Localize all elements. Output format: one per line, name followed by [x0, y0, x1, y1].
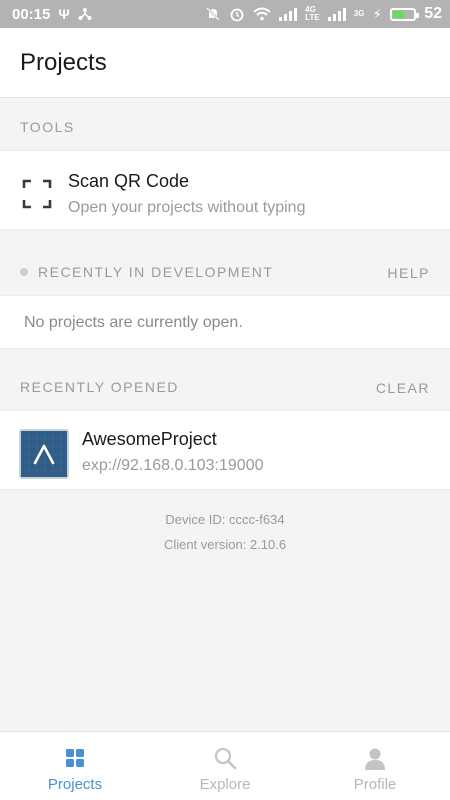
expo-logo-icon	[21, 431, 67, 477]
grid-icon	[66, 749, 84, 767]
help-button[interactable]: HELP	[387, 265, 430, 281]
search-icon	[214, 747, 237, 770]
usb-icon: Ψ	[58, 6, 70, 22]
header: Projects	[0, 28, 450, 98]
dev-section-label: RECENTLY IN DEVELOPMENT	[20, 264, 273, 280]
wifi-icon	[253, 7, 271, 21]
status-left: 00:15 Ψ	[12, 6, 92, 23]
tab-bar: Projects Explore Profile	[0, 731, 450, 800]
battery-icon	[390, 7, 420, 21]
dev-empty-row: No projects are currently open.	[0, 295, 450, 349]
person-icon	[365, 748, 385, 770]
tab-profile[interactable]: Profile	[300, 732, 450, 800]
status-bar: 00:15 Ψ 4G LTE 3G ⚡ 52	[0, 0, 450, 28]
share-icon	[78, 8, 92, 20]
project-thumbnail	[19, 429, 69, 479]
battery-fill	[393, 10, 404, 18]
battery-level: 52	[424, 5, 442, 22]
tab-profile-label: Profile	[353, 776, 397, 793]
network-tag-3g: 3G	[353, 9, 365, 18]
tab-explore[interactable]: Explore	[150, 732, 300, 800]
mute-icon	[206, 7, 221, 21]
scan-qr-subtitle: Open your projects without typing	[68, 199, 306, 216]
tools-section-label: TOOLS	[20, 119, 75, 135]
status-dot-icon	[20, 268, 28, 277]
charging-icon: ⚡	[372, 6, 383, 22]
dev-section-label-text: RECENTLY IN DEVELOPMENT	[38, 264, 274, 280]
tab-projects[interactable]: Projects	[0, 732, 150, 800]
project-row[interactable]: AwesomeProject exp://92.168.0.103:19000	[0, 410, 450, 490]
opened-section-label: RECENTLY OPENED	[20, 379, 179, 395]
network-tag-lte: LTE	[305, 13, 320, 22]
client-version: Client version: 2.10.6	[163, 537, 287, 552]
page-title: Projects	[20, 48, 107, 76]
project-url: exp://92.168.0.103:19000	[82, 457, 264, 474]
qr-scan-icon	[22, 179, 52, 209]
alarm-icon	[230, 8, 244, 22]
scan-qr-row[interactable]: Scan QR Code Open your projects without …	[0, 150, 450, 230]
clear-button[interactable]: CLEAR	[376, 380, 430, 396]
status-right: 4G LTE 3G ⚡ 52	[205, 5, 442, 23]
app-screen: 00:15 Ψ 4G LTE 3G ⚡ 52 Projects TOOLS Sc…	[0, 0, 450, 800]
tab-explore-label: Explore	[199, 776, 251, 793]
tab-projects-label: Projects	[47, 776, 103, 793]
signal-icon-2	[327, 7, 346, 21]
project-name: AwesomeProject	[82, 429, 217, 449]
signal-icon-1	[279, 7, 298, 21]
status-time: 00:15	[12, 5, 51, 23]
dev-empty-text: No projects are currently open.	[24, 314, 243, 331]
device-id: Device ID: cccc-f634	[165, 512, 285, 527]
network-type-4g: 4G LTE	[305, 6, 320, 22]
scan-qr-title: Scan QR Code	[68, 171, 190, 191]
